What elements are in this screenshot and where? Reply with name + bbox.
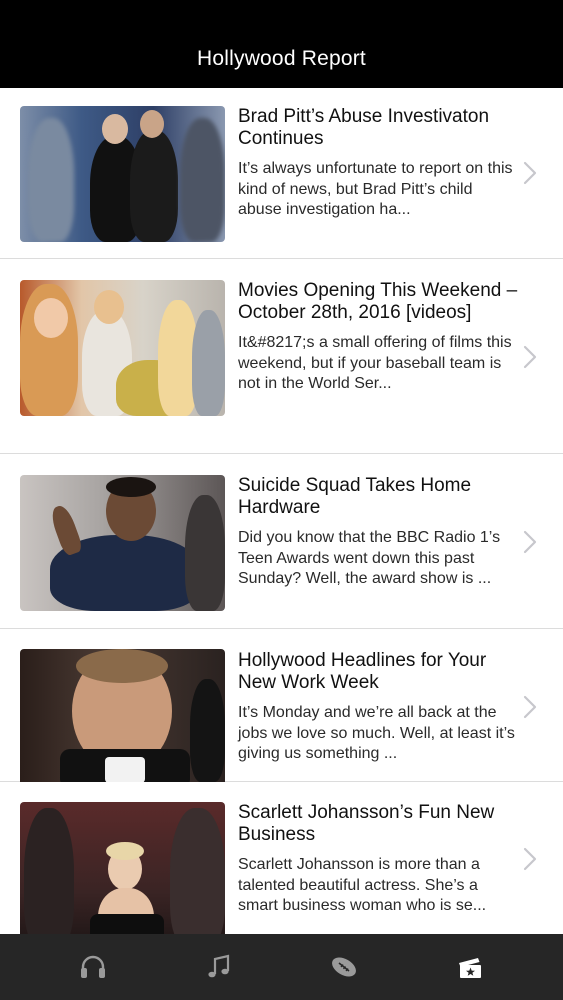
chevron-right-icon	[523, 530, 537, 554]
chevron-right-icon	[523, 695, 537, 719]
chevron-right-icon	[523, 345, 537, 369]
chevron-right-icon	[523, 161, 537, 185]
article-list[interactable]: Brad Pitt’s Abuse Investivaton Continues…	[0, 88, 563, 934]
list-item[interactable]: Movies Opening This Weekend – October 28…	[0, 259, 563, 454]
article-thumbnail	[20, 802, 225, 934]
ticket-star-icon	[459, 958, 482, 978]
football-icon	[332, 957, 357, 977]
article-headline: Brad Pitt’s Abuse Investivaton Continues	[238, 106, 490, 149]
article-summary: It&#8217;s a small offering of films thi…	[238, 334, 512, 392]
article-summary: Did you know that the BBC Radio 1’s Teen…	[238, 529, 501, 587]
chevron-right-icon	[523, 847, 537, 871]
article-thumbnail	[20, 106, 225, 242]
list-item[interactable]: Scarlett Johansson’s Fun New Business Sc…	[0, 782, 563, 934]
article-thumbnail	[20, 475, 225, 611]
article-headline: Movies Opening This Weekend – October 28…	[238, 280, 518, 323]
article-text: Scarlett Johansson’s Fun New Business Sc…	[238, 802, 518, 917]
nav-bar: Hollywood Report	[0, 0, 563, 88]
article-headline: Suicide Squad Takes Home Hardware	[238, 475, 472, 518]
list-item[interactable]: Brad Pitt’s Abuse Investivaton Continues…	[0, 88, 563, 259]
tab-music[interactable]	[179, 934, 259, 1000]
headphones-icon	[80, 955, 105, 978]
article-summary: It’s always unfortunate to report on thi…	[238, 160, 513, 218]
article-headline: Scarlett Johansson’s Fun New Business	[238, 802, 495, 845]
article-thumbnail	[20, 280, 225, 416]
tab-audio[interactable]	[53, 934, 133, 1000]
article-text: Brad Pitt’s Abuse Investivaton Continues…	[238, 106, 518, 221]
music-note-icon	[208, 954, 229, 978]
article-summary: Scarlett Johansson is more than a talent…	[238, 856, 487, 914]
article-summary: It’s Monday and we’re all back at the jo…	[238, 704, 515, 762]
article-thumbnail	[20, 649, 225, 782]
article-headline: Hollywood Headlines for Your New Work We…	[238, 650, 487, 693]
list-item[interactable]: Hollywood Headlines for Your New Work We…	[0, 629, 563, 782]
tab-bar	[0, 934, 563, 1000]
tab-entertainment[interactable]	[430, 934, 510, 1000]
article-text: Hollywood Headlines for Your New Work We…	[238, 650, 518, 765]
page-title: Hollywood Report	[197, 47, 366, 70]
article-text: Suicide Squad Takes Home Hardware Did yo…	[238, 475, 518, 590]
list-item[interactable]: Suicide Squad Takes Home Hardware Did yo…	[0, 454, 563, 629]
tab-sports[interactable]	[304, 934, 384, 1000]
article-text: Movies Opening This Weekend – October 28…	[238, 280, 518, 395]
